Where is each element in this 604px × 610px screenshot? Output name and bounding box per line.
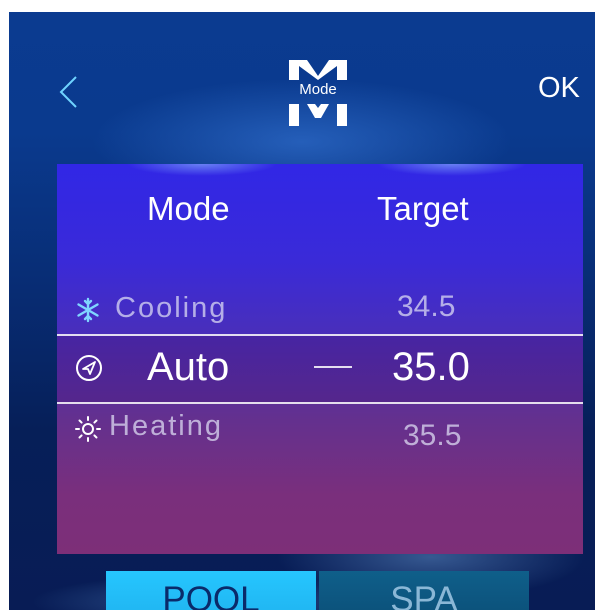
logo-label: Mode [299,81,337,98]
panel-glow [377,164,527,176]
mode-label-heating: Heating [109,410,223,442]
column-header-target: Target [377,190,469,227]
panel-glow [127,164,277,176]
ok-button[interactable]: OK [538,72,580,105]
back-button[interactable] [56,74,82,110]
tab-pool[interactable]: POOL [106,571,316,610]
mode-logo: Mode [285,58,351,128]
mode-target-panel: Mode Target Cooling 34.5 Auto 35.0 Heati… [57,164,583,554]
selection-dash [314,366,352,368]
mode-row-auto[interactable]: Auto 35.0 [57,334,583,404]
target-value-heating: 35.5 [403,419,462,452]
navigation-icon [76,355,102,381]
tab-spa[interactable]: SPA [319,571,529,610]
app-screen: Mode OK Mode Target Cooling 34.5 Auto 35… [9,12,595,610]
chevron-left-icon [59,76,77,108]
target-value-cooling: 34.5 [397,290,456,323]
target-value-auto: 35.0 [392,345,470,389]
sun-icon [75,416,101,442]
mode-label-auto: Auto [147,345,230,389]
snowflake-icon [77,297,99,323]
mode-label-cooling: Cooling [115,292,228,324]
column-header-mode: Mode [147,190,230,227]
